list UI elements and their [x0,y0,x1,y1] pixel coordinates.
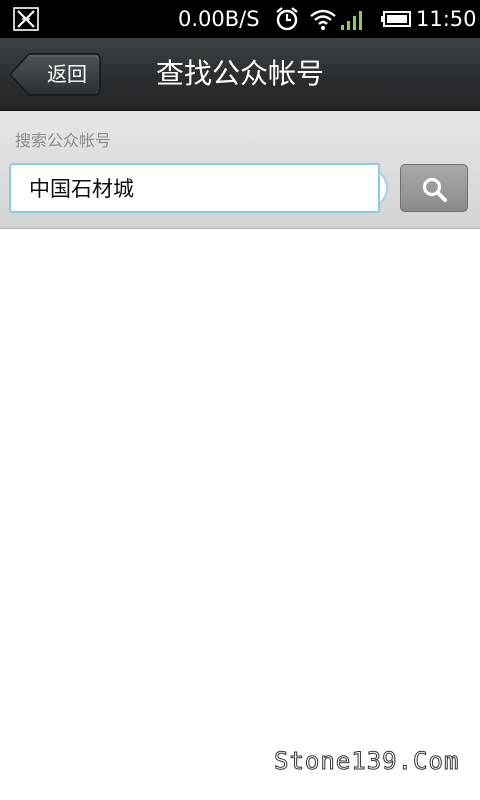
search-section: 搜索公众帐号 [0,111,480,229]
search-icon [422,177,447,202]
battery-icon [381,11,411,27]
signal-icon [341,11,362,30]
watermark: Stone139.Com [273,747,460,776]
search-input-wrapper [9,163,388,213]
status-bar: 0.00B/S 11:50 [0,0,480,38]
alarm-icon [276,7,298,31]
status-time: 11:50 [416,7,477,31]
search-button[interactable] [400,164,468,212]
search-input[interactable] [9,163,380,213]
back-button[interactable]: 返回 [9,53,101,96]
network-speed: 0.00B/S [178,7,260,31]
search-label: 搜索公众帐号 [15,131,112,150]
back-button-label: 返回 [47,62,87,86]
app-notification-icon [13,7,39,31]
title-bar: 查找公众帐号 返回 [0,38,480,111]
wifi-icon [310,9,336,30]
app-screen: 0.00B/S 11:50 查找公众帐号 返回 搜索公众帐号 中国石材城 Sto… [0,0,480,800]
